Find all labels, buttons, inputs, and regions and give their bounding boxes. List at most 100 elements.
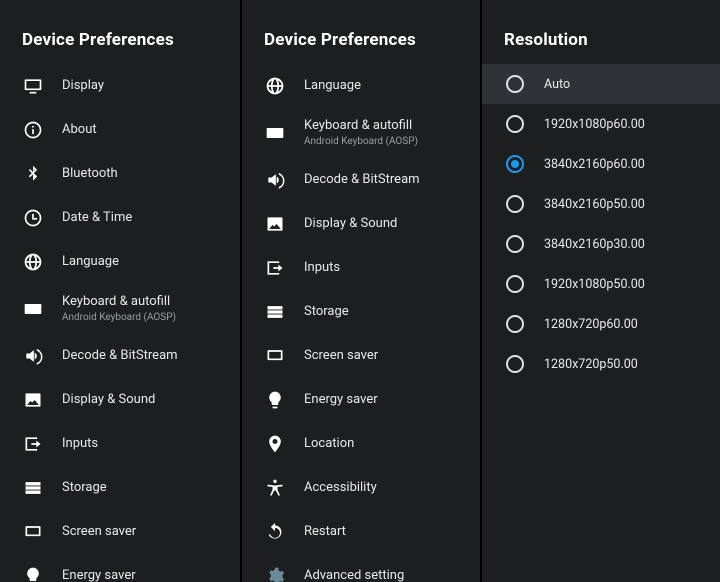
menu-item-decode-bitstream[interactable]: Decode & BitStream [242,158,480,202]
menu-item-accessibility[interactable]: Accessibility [242,466,480,510]
volume-icon [264,169,286,191]
resolution-panel: Resolution Auto1920x1080p60.003840x2160p… [480,0,720,582]
menu-item-energy-saver[interactable]: Energy saver [0,554,240,582]
menu-item-keyboard-autofill[interactable]: Keyboard & autofillAndroid Keyboard (AOS… [0,284,240,334]
menu-item-label: Location [304,436,354,452]
bluetooth-icon [22,163,44,185]
menu-item-label: Decode & BitStream [304,172,420,188]
bulb-icon [264,389,286,411]
menu-item-label: Inputs [62,436,98,452]
resolution-option-1280x720p60-00[interactable]: 1280x720p60.00 [482,304,720,344]
radio-icon [506,195,524,213]
menu-item-display-sound[interactable]: Display & Sound [0,378,240,422]
display-icon [22,75,44,97]
input-icon [22,433,44,455]
menu-item-about[interactable]: About [0,108,240,152]
menu-item-energy-saver[interactable]: Energy saver [242,378,480,422]
radio-icon [506,315,524,333]
globe-icon [22,251,44,273]
menu-item-label: Energy saver [304,392,378,408]
menu-item-label: About [62,122,97,138]
device-preferences-panel-2: Device Preferences Language Keyboard & au… [240,0,480,582]
menu-item-language[interactable]: Language [242,64,480,108]
panel-title: Device Preferences [0,30,240,64]
bulb-icon [22,565,44,582]
menu-item-screen-saver[interactable]: Screen saver [242,334,480,378]
location-icon [264,433,286,455]
menu-item-keyboard-autofill[interactable]: Keyboard & autofill Android Keyboard (AOS… [242,108,480,158]
input-icon [264,257,286,279]
menu-item-storage[interactable]: Storage [0,466,240,510]
resolution-option-label: 1280x720p50.00 [544,357,638,372]
menu-item-label: Date & Time [62,210,132,226]
volume-icon [22,345,44,367]
menu-item-label: Language [304,78,361,94]
resolution-option-label: 3840x2160p50.00 [544,197,645,212]
menu-item-label: Accessibility [304,480,377,496]
resolution-option-label: 1920x1080p60.00 [544,117,645,132]
resolution-option-label: 1920x1080p50.00 [544,277,645,292]
clock-icon [22,207,44,229]
resolution-option-3840x2160p60-00[interactable]: 3840x2160p60.00 [482,144,720,184]
device-preferences-panel-1: Device Preferences Display About Bluetooth… [0,0,240,582]
about-icon [22,119,44,141]
menu-item-restart[interactable]: Restart [242,510,480,554]
menu-item-decode-bitstream[interactable]: Decode & BitStream [0,334,240,378]
keyboard-icon [264,122,286,144]
menu-item-display[interactable]: Display [0,64,240,108]
menu-item-label: Display [62,78,104,94]
menu-item-sublabel: Android Keyboard (AOSP) [304,136,418,148]
menu-item-inputs[interactable]: Inputs [0,422,240,466]
image-icon [264,213,286,235]
resolution-option-3840x2160p30-00[interactable]: 3840x2160p30.00 [482,224,720,264]
menu-item-location[interactable]: Location [242,422,480,466]
radio-icon [506,75,524,93]
menu-item-label: Decode & BitStream [62,348,178,364]
menu-item-label: Language [62,254,119,270]
radio-icon [506,275,524,293]
menu-item-language[interactable]: Language [0,240,240,284]
menu-item-advanced-setting[interactable]: Advanced setting [242,554,480,582]
menu-item-screen-saver[interactable]: Screen saver [0,510,240,554]
resolution-option-3840x2160p50-00[interactable]: 3840x2160p50.00 [482,184,720,224]
radio-icon [506,235,524,253]
radio-icon [506,115,524,133]
resolution-option-1920x1080p50-00[interactable]: 1920x1080p50.00 [482,264,720,304]
menu-item-label: Display & Sound [62,392,155,408]
menu-list: Display About Bluetooth Date & Time Language… [0,64,240,582]
menu-list: Language Keyboard & autofill Android Keybo… [242,64,480,582]
menu-item-label: Keyboard & autofill [304,118,418,134]
menu-item-label: Bluetooth [62,166,118,182]
restart-icon [264,521,286,543]
resolution-option-label: 1280x720p60.00 [544,317,638,332]
menu-item-label: Storage [304,304,349,320]
storage-icon [264,301,286,323]
radio-icon [506,355,524,373]
menu-item-inputs[interactable]: Inputs [242,246,480,290]
menu-item-storage[interactable]: Storage [242,290,480,334]
resolution-option-auto[interactable]: Auto [482,64,720,104]
menu-item-date-time[interactable]: Date & Time [0,196,240,240]
resolution-option-1280x720p50-00[interactable]: 1280x720p50.00 [482,344,720,384]
menu-item-sublabel: Android Keyboard (AOSP) [62,312,176,324]
resolution-option-label: 3840x2160p60.00 [544,157,645,172]
gear-icon [264,565,286,582]
menu-item-label: Screen saver [62,524,136,540]
resolution-option-1920x1080p60-00[interactable]: 1920x1080p60.00 [482,104,720,144]
menu-item-label: Energy saver [62,568,136,582]
radio-list: Auto 1920x1080p60.00 3840x2160p60.00 3840x2… [482,64,720,384]
menu-item-display-sound[interactable]: Display & Sound [242,202,480,246]
radio-icon [506,155,524,173]
menu-item-label: Inputs [304,260,340,276]
menu-item-bluetooth[interactable]: Bluetooth [0,152,240,196]
menu-item-label: Display & Sound [304,216,397,232]
screensaver-icon [264,345,286,367]
storage-icon [22,477,44,499]
menu-item-label: Screen saver [304,348,378,364]
menu-item-label: Advanced setting [304,568,404,582]
screensaver-icon [22,521,44,543]
panel-title: Device Preferences [242,30,480,64]
keyboard-icon [22,298,44,320]
accessibility-icon [264,477,286,499]
resolution-option-label: Auto [544,77,570,92]
